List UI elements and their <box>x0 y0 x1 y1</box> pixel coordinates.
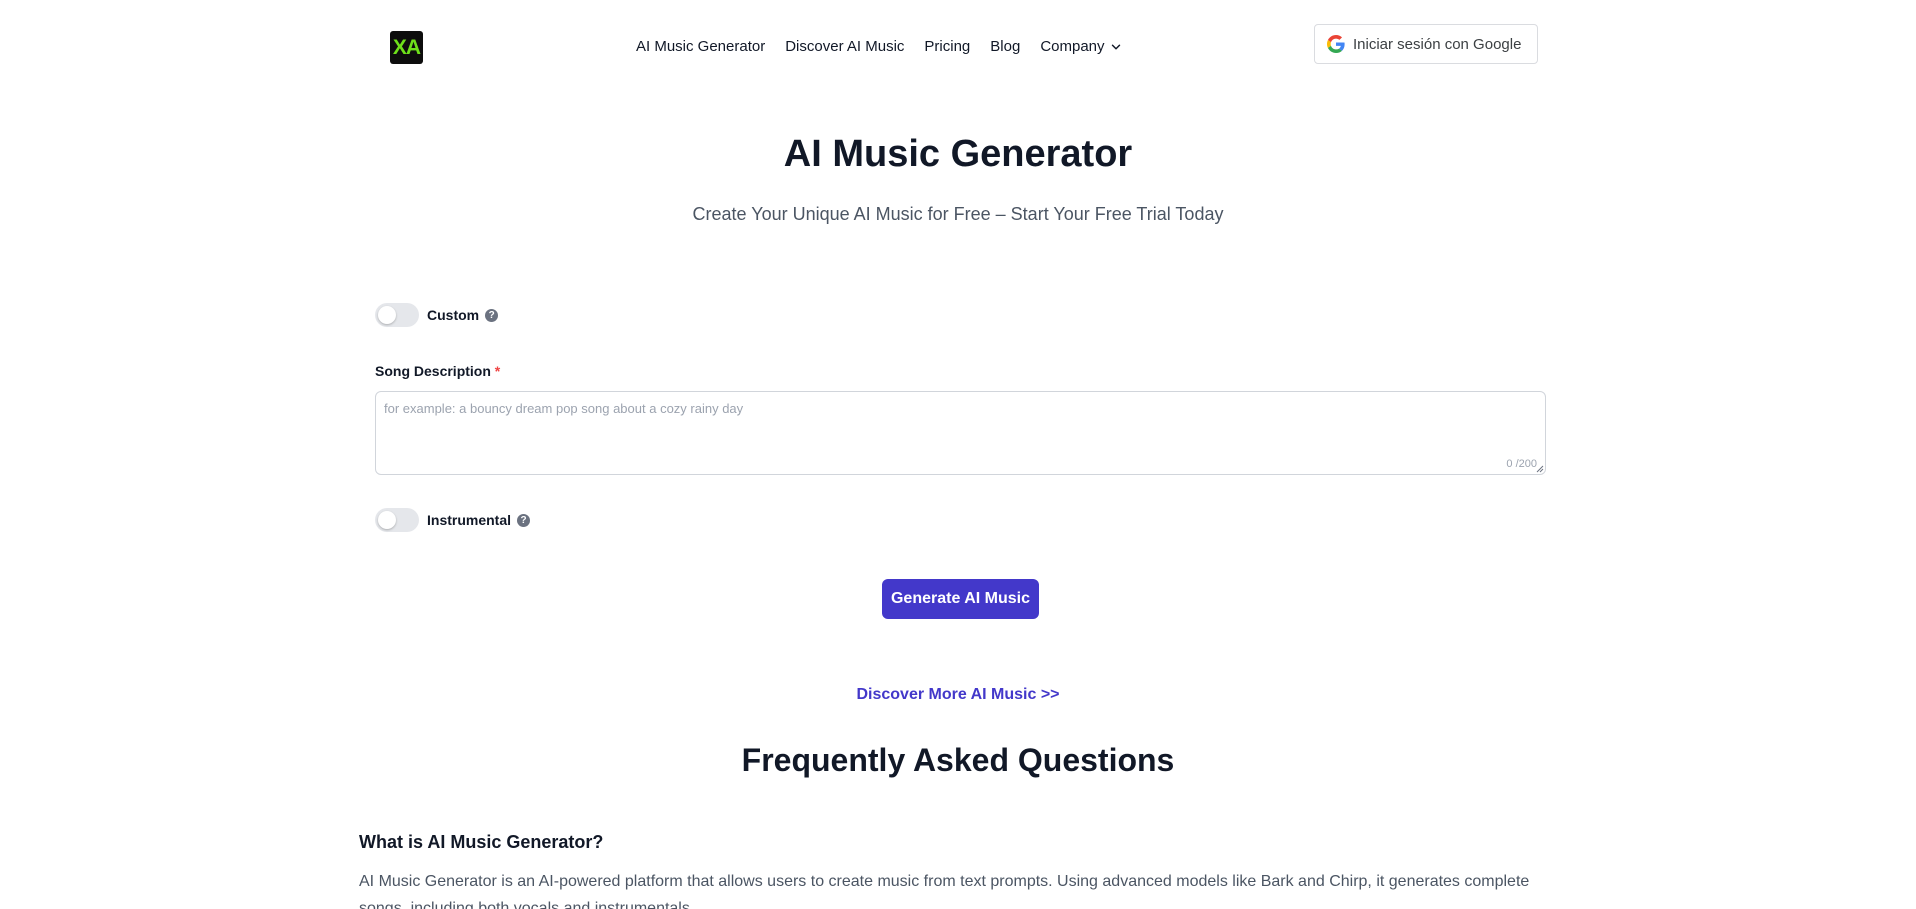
song-description-input[interactable] <box>376 392 1545 474</box>
custom-toggle[interactable] <box>375 303 419 327</box>
required-marker: * <box>494 363 501 379</box>
toggle-knob <box>378 511 396 529</box>
question-help-icon[interactable]: ? <box>517 513 531 527</box>
chevron-down-icon <box>1111 44 1120 49</box>
resize-handle-icon[interactable] <box>1536 465 1544 473</box>
nav-company-label: Company <box>1040 38 1105 55</box>
page-subtitle: Create Your Unique AI Music for Free – S… <box>692 204 1224 224</box>
discover-more-link[interactable]: Discover More AI Music >> <box>0 686 1916 704</box>
site-header: XA AI Music Generator Discover AI Music … <box>0 0 1916 98</box>
nav-company[interactable]: Company <box>1040 38 1122 55</box>
page-title: AI Music Generator <box>783 133 1133 175</box>
google-signin-button[interactable]: Iniciar sesión con Google <box>1314 24 1538 64</box>
faq-question[interactable]: What is AI Music Generator? <box>359 832 603 853</box>
nav-discover-ai-music[interactable]: Discover AI Music <box>785 38 904 55</box>
song-description-text: Song Description <box>375 363 491 379</box>
song-description-label: Song Description * <box>375 363 500 379</box>
google-icon <box>1327 35 1345 53</box>
custom-toggle-row: Custom ? <box>375 303 499 327</box>
song-description-field: 0 /200 <box>375 391 1546 475</box>
nav-blog[interactable]: Blog <box>990 38 1020 55</box>
toggle-knob <box>378 306 396 324</box>
custom-label: Custom <box>427 307 480 323</box>
nav-ai-music-generator[interactable]: AI Music Generator <box>636 38 765 55</box>
instrumental-toggle-row: Instrumental ? <box>375 508 531 532</box>
char-counter: 0 /200 <box>1506 458 1537 470</box>
instrumental-toggle[interactable] <box>375 508 419 532</box>
nav-pricing[interactable]: Pricing <box>924 38 970 55</box>
logo-text: XA <box>392 35 421 59</box>
faq-title: Frequently Asked Questions <box>741 742 1175 778</box>
main-nav: AI Music Generator Discover AI Music Pri… <box>636 38 1123 55</box>
question-help-icon[interactable]: ? <box>485 308 499 322</box>
generate-music-button[interactable]: Generate AI Music <box>882 579 1039 619</box>
instrumental-label: Instrumental <box>427 512 512 528</box>
logo[interactable]: XA <box>390 31 423 64</box>
google-signin-label: Iniciar sesión con Google <box>1353 35 1522 53</box>
faq-answer: AI Music Generator is an AI-powered plat… <box>359 873 1530 909</box>
